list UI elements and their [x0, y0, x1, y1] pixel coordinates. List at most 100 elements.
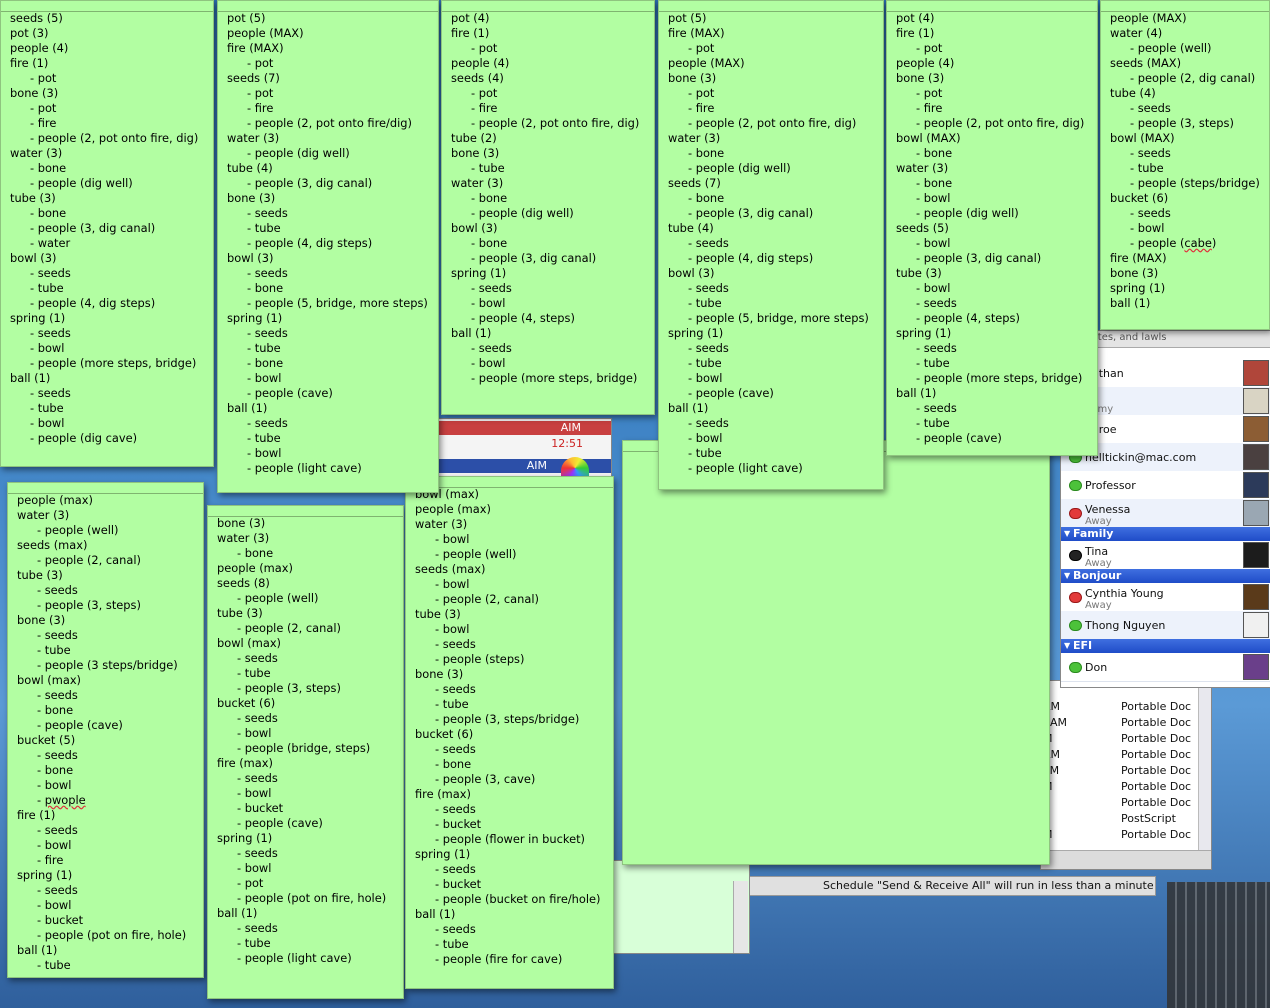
mail-kind: Portable Doc — [1121, 748, 1192, 761]
note-line: - bone — [30, 161, 67, 175]
note-line: - pot — [688, 41, 715, 55]
disclosure-triangle-icon[interactable]: ▼ — [1064, 529, 1070, 538]
note-line: - people (3, dig canal) — [471, 251, 597, 265]
sticky-note-6[interactable]: people (MAX) water (4) - people (well) seed… — [1100, 0, 1270, 330]
buddy-row[interactable]: Venessa Away — [1061, 499, 1270, 528]
mail-row[interactable]: PostScript — [1041, 811, 1211, 827]
sticky-note-8[interactable]: bone (3) water (3) - bone people (max) seeds… — [207, 505, 404, 999]
note-line: - seeds — [30, 326, 71, 340]
buddy-row[interactable]: Cynthia Young Away — [1061, 583, 1270, 612]
buddy-row[interactable]: Thong Nguyen — [1061, 611, 1270, 640]
note-line: - people (3, dig canal) — [30, 221, 156, 235]
mail-row[interactable]: PM Portable Doc — [1041, 763, 1211, 779]
avatar — [1243, 360, 1269, 386]
mail-row[interactable]: Portable Doc — [1041, 795, 1211, 811]
note-line: fire (1) — [896, 26, 935, 40]
mail-row[interactable]: 1AM Portable Doc — [1041, 715, 1211, 731]
mail-row[interactable]: AM Portable Doc — [1041, 747, 1211, 763]
sticky-note-1[interactable]: seeds (5) pot (3) people (4) fire (1) - pot b… — [0, 0, 214, 467]
note-line: people (MAX) — [1110, 11, 1187, 25]
status-icon — [1069, 480, 1082, 491]
buddy-group-header[interactable]: ▼ Family — [1061, 527, 1270, 541]
note-line: seeds (7) — [668, 176, 721, 190]
buddy-group-header[interactable]: ▼ EFI — [1061, 639, 1270, 653]
note-line: - tube — [37, 958, 71, 972]
note-line: spring (1) — [227, 311, 283, 325]
mail-kind: PostScript — [1121, 812, 1176, 825]
sticky-note-2[interactable]: pot (5) people (MAX) fire (MAX) - pot seeds … — [217, 0, 439, 493]
note-line: - pwople — [37, 793, 86, 807]
note-line: - bowl — [237, 726, 272, 740]
note-line: - pot — [237, 876, 264, 890]
note-line: - bone — [247, 356, 284, 370]
note-line: tube (3) — [415, 607, 461, 621]
sticky-note-7[interactable]: people (max) water (3) - people (well) seed… — [7, 482, 204, 978]
mail-row[interactable]: MPortable Doc — [1041, 827, 1211, 843]
buddy-row[interactable]: Tina Away — [1061, 541, 1270, 570]
group-label: EFI — [1073, 639, 1093, 652]
note-line: - fire — [471, 101, 498, 115]
note-line: - people (dig well) — [688, 161, 791, 175]
note-line: - people (5, bridge, more steps) — [688, 311, 869, 325]
buddy-row[interactable]: Professor — [1061, 471, 1270, 500]
note-line: spring (1) — [10, 311, 66, 325]
note-line: bucket (6) — [1110, 191, 1169, 205]
aim-label-1: AIM — [560, 421, 581, 434]
mail-row[interactable]: MPortable Doc — [1041, 731, 1211, 747]
note-line: ball (1) — [17, 943, 58, 957]
group-label: Family — [1073, 527, 1114, 540]
note-line: pot (4) — [896, 11, 935, 25]
buddy-group-header[interactable]: ▼ Bonjour — [1061, 569, 1270, 583]
note-line: - seeds — [30, 386, 71, 400]
note-line: people (4) — [451, 56, 510, 70]
note-line: water (3) — [217, 531, 270, 545]
mail-kind: Portable Doc — [1121, 780, 1192, 793]
note-line: - tube — [471, 161, 505, 175]
note-line: tube (2) — [451, 131, 497, 145]
aim-time: 12:51 — [551, 437, 583, 450]
note-line: - bowl — [237, 861, 272, 875]
buddy-status-text: Away — [1085, 558, 1112, 569]
note-line: - tube — [916, 416, 950, 430]
disclosure-triangle-icon[interactable]: ▼ — [1064, 571, 1070, 580]
sticky-note-4[interactable]: pot (5) fire (MAX) - pot people (MAX) bone (… — [658, 0, 884, 490]
scrollbar[interactable] — [733, 881, 748, 953]
sticky-note-9[interactable]: bowl (max) people (max) water (3) - bowl - p… — [405, 476, 614, 989]
note-line: - people (2, canal) — [237, 621, 341, 635]
mail-scrollbar[interactable] — [1198, 681, 1211, 851]
buddy-row[interactable]: Don — [1061, 653, 1270, 682]
note-line: bucket (6) — [217, 696, 276, 710]
disclosure-triangle-icon[interactable]: ▼ — [1064, 641, 1070, 650]
note-line: - seeds — [1130, 146, 1171, 160]
mail-row[interactable]: AM Portable Doc — [1041, 699, 1211, 715]
note-line: pot (5) — [227, 11, 266, 25]
buddy-status-text: Away — [1085, 600, 1112, 611]
dock-grid-icon[interactable] — [1167, 882, 1270, 1008]
note-line: - people (2, canal) — [435, 592, 539, 606]
note-line: seeds (7) — [227, 71, 280, 85]
note-line: - people (cave) — [237, 816, 323, 830]
note-line: water (3) — [10, 146, 63, 160]
note-line: fire (MAX) — [227, 41, 284, 55]
note-line: - people (2, canal) — [37, 553, 141, 567]
note-line: ball (1) — [451, 326, 492, 340]
note-line: fire (max) — [415, 787, 471, 801]
note-line: - seeds — [37, 823, 78, 837]
note-line: - people (2, pot onto fire/dig) — [247, 116, 412, 130]
note-line: - bowl — [247, 371, 282, 385]
note-line: tube (3) — [17, 568, 63, 582]
note-line: ball (1) — [668, 401, 709, 415]
note-line: - bowl — [1130, 221, 1165, 235]
sticky-note-10[interactable] — [622, 440, 1050, 865]
sticky-note-5[interactable]: pot (4) fire (1) - pot people (4) bone (3) - … — [886, 0, 1098, 456]
note-line: fire (1) — [10, 56, 49, 70]
note-line: water (3) — [896, 161, 949, 175]
note-line: people (MAX) — [227, 26, 304, 40]
mail-status-bar: Schedule "Send & Receive All" will run i… — [748, 876, 1156, 896]
note-line: spring (1) — [451, 266, 507, 280]
note-line: - people (dig well) — [30, 176, 133, 190]
note-line: - bucket — [435, 817, 482, 831]
mail-row[interactable]: MPortable Doc — [1041, 779, 1211, 795]
sticky-note-3[interactable]: pot (4) fire (1) - pot people (4) seeds (4) -… — [441, 0, 655, 415]
note-line: - people (cave) — [37, 718, 123, 732]
